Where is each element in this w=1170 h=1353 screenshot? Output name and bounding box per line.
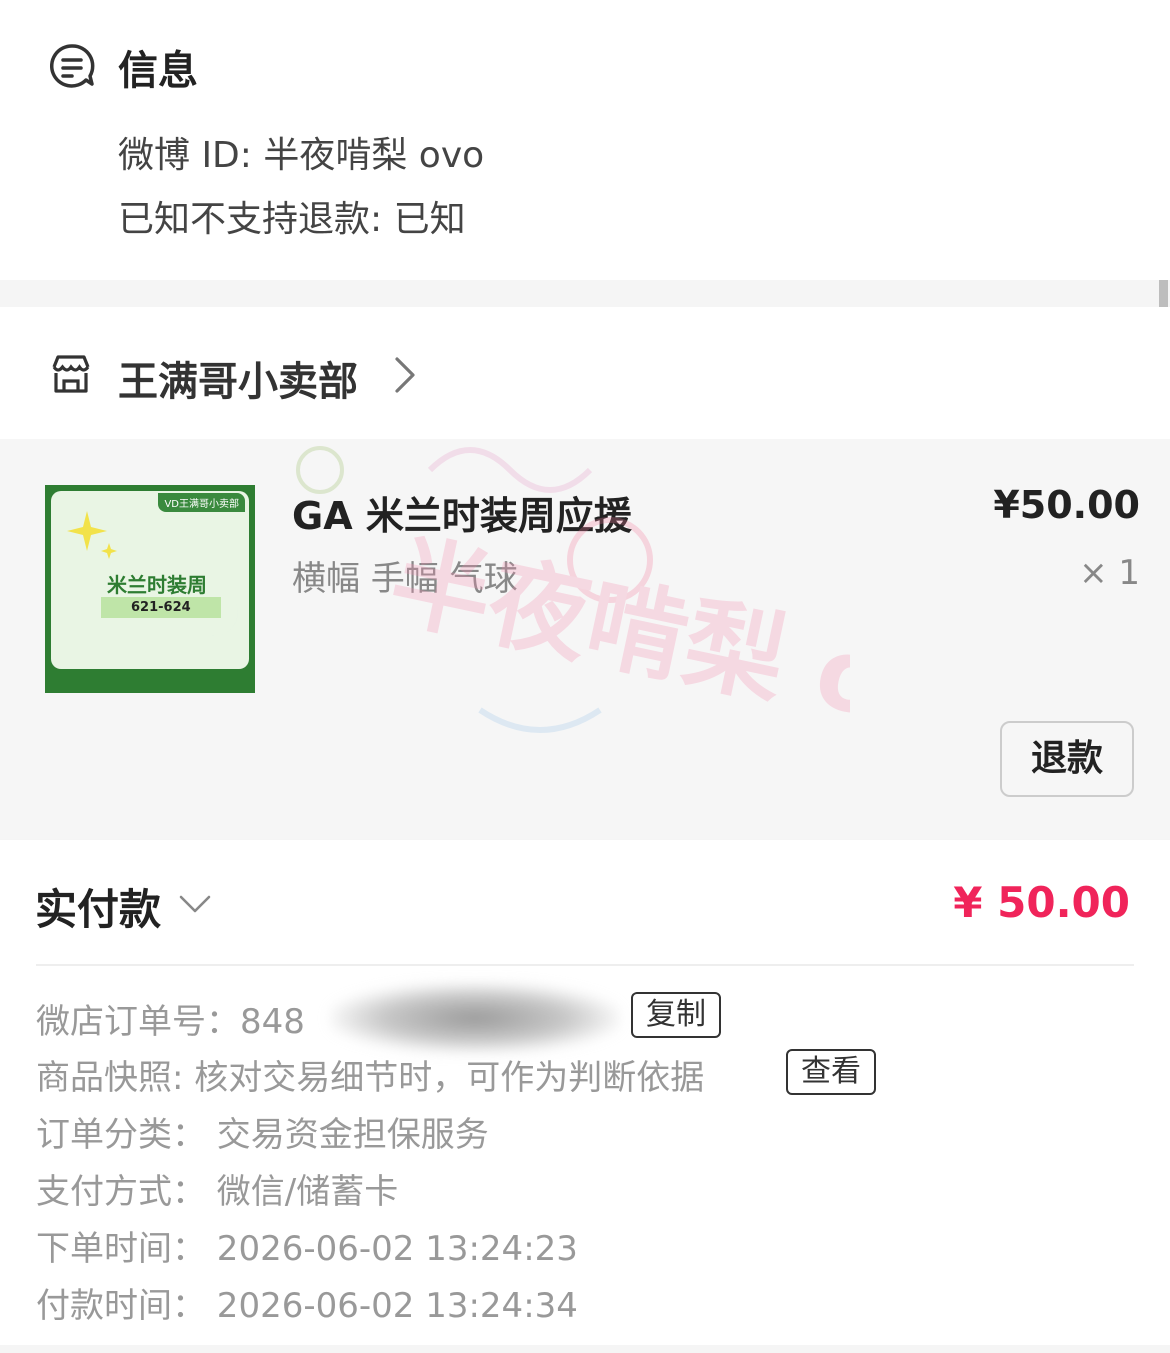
message-lines-icon — [49, 44, 95, 88]
divider — [36, 964, 1134, 966]
order-category: 订单分类： 交易资金担保服务 — [36, 1115, 489, 1155]
order-number-row: 微店订单号：848 — [36, 994, 305, 1043]
product-price: ¥50.00 — [993, 483, 1140, 527]
chevron-down-icon[interactable] — [178, 892, 212, 916]
info-section: 信息 微博 ID: 半夜啃梨 ovo 已知不支持退款: 已知 — [0, 0, 1170, 280]
redacted-order-number — [330, 983, 620, 1053]
product-spec: 横幅 手幅 气球 — [292, 559, 518, 599]
weibo-id: 微博 ID: 半夜啃梨 ovo — [118, 135, 485, 176]
copy-button[interactable]: 复制 — [631, 992, 721, 1038]
snapshot-row: 商品快照: 核对交易细节时，可作为判断依据 — [36, 1058, 705, 1098]
payment-method: 支付方式： 微信/储蓄卡 — [36, 1172, 399, 1212]
order-item[interactable]: VD王满哥小卖部 米兰时装周 621-624 GA 米兰时装周应援 横幅 手幅 … — [0, 439, 1170, 839]
view-snapshot-button[interactable]: 查看 — [786, 1049, 876, 1095]
moon-icon — [199, 597, 238, 636]
payment-time: 付款时间： 2026-06-02 13:24:34 — [36, 1286, 578, 1326]
paid-amount: ¥ 50.00 — [953, 878, 1130, 927]
thumbnail-tag: VD王满哥小卖部 — [158, 493, 245, 512]
sparkle-icon — [67, 511, 117, 559]
order-number-label: 微店订单号： — [36, 1002, 240, 1042]
product-quantity: × 1 — [1079, 553, 1140, 593]
paid-label[interactable]: 实付款 — [35, 876, 161, 937]
product-title[interactable]: GA 米兰时装周应援 — [292, 485, 632, 540]
chevron-right-icon[interactable] — [392, 355, 418, 395]
thumbnail-card: VD王满哥小卖部 米兰时装周 621-624 — [51, 491, 249, 669]
payment-section: 实付款 ¥ 50.00 微店订单号：848 复制 商品快照: 核对交易细节时，可… — [0, 840, 1170, 1345]
shop-name[interactable]: 王满哥小卖部 — [118, 349, 358, 407]
store-icon — [52, 355, 90, 393]
refund-notice: 已知不支持退款: 已知 — [118, 199, 466, 240]
order-time: 下单时间： 2026-06-02 13:24:23 — [36, 1229, 578, 1269]
shop-header[interactable]: 王满哥小卖部 — [0, 307, 1170, 439]
product-thumbnail[interactable]: VD王满哥小卖部 米兰时装周 621-624 — [45, 485, 255, 693]
refund-button[interactable]: 退款 — [1000, 721, 1134, 797]
info-title: 信息 — [118, 48, 198, 94]
order-number-value: 848 — [240, 1002, 305, 1042]
